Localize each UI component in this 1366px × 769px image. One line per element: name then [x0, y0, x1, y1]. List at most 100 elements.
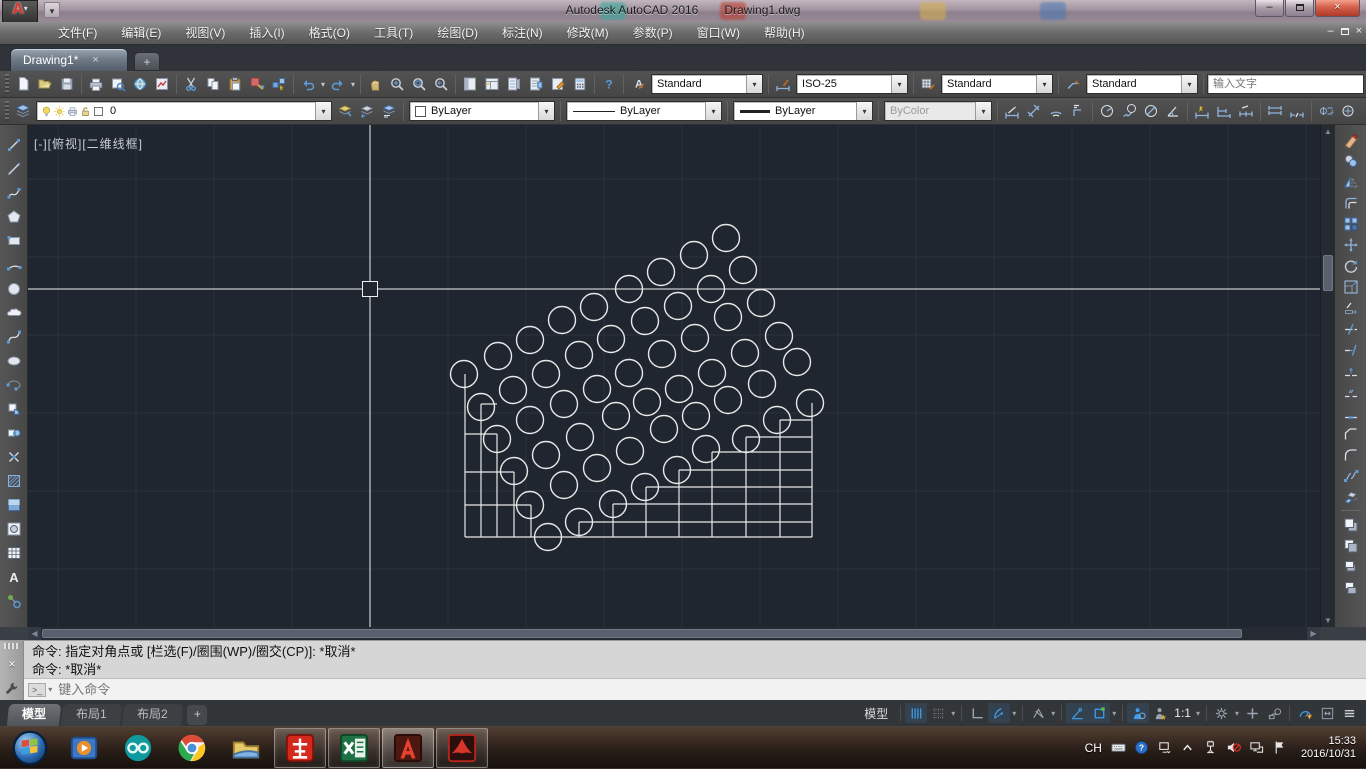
- zoom-window-icon[interactable]: [408, 73, 430, 95]
- publish-icon[interactable]: [129, 73, 151, 95]
- zoom-previous-icon[interactable]: [430, 73, 452, 95]
- dim-style-combo[interactable]: ISO-25▾: [796, 74, 908, 94]
- stretch-icon[interactable]: [1339, 297, 1363, 318]
- dim-continue-icon[interactable]: [1235, 100, 1257, 122]
- bring-to-front-icon[interactable]: [1339, 514, 1363, 535]
- construction-line-icon[interactable]: [2, 157, 26, 181]
- array-icon[interactable]: [1339, 213, 1363, 234]
- dim-angular-icon[interactable]: [1162, 100, 1184, 122]
- cut-icon[interactable]: [180, 73, 202, 95]
- menu-d[interactable]: 绘图(D): [425, 22, 490, 44]
- copy-icon[interactable]: [202, 73, 224, 95]
- lock-icon[interactable]: [79, 105, 92, 118]
- trim-icon[interactable]: [1339, 318, 1363, 339]
- model-space-label[interactable]: 模型: [856, 705, 896, 722]
- command-prompt-icon[interactable]: >_: [28, 683, 46, 697]
- zoom-realtime-icon[interactable]: [386, 73, 408, 95]
- dim-aligned-icon[interactable]: [1023, 100, 1045, 122]
- tray-network-icon[interactable]: [1248, 739, 1266, 757]
- menu-m[interactable]: 修改(M): [555, 22, 621, 44]
- taskbar-excel-app[interactable]: [328, 728, 380, 768]
- menu-w[interactable]: 窗口(W): [685, 22, 752, 44]
- menu-n[interactable]: 标注(N): [490, 22, 555, 44]
- layer-previous-icon[interactable]: [356, 100, 378, 122]
- chamfer-icon[interactable]: [1339, 423, 1363, 444]
- tray-help-icon[interactable]: ?: [1133, 739, 1151, 757]
- arc-icon[interactable]: [2, 253, 26, 277]
- text-style-combo[interactable]: Standard▾: [651, 74, 763, 94]
- mirror-icon[interactable]: [1339, 171, 1363, 192]
- scale-icon[interactable]: [1339, 276, 1363, 297]
- mleader-style-icon[interactable]: [1062, 73, 1084, 95]
- model-canvas[interactable]: [-][俯视][二维线框]: [28, 125, 1320, 627]
- taskbar-autocad-app[interactable]: [382, 728, 434, 768]
- taskbar-arduino-app[interactable]: [112, 728, 164, 768]
- linetype-combo[interactable]: ByLayer▾: [566, 101, 722, 121]
- tool-palettes-icon[interactable]: [503, 73, 525, 95]
- scroll-up-icon[interactable]: ▲: [1321, 125, 1335, 138]
- printer-icon[interactable]: [66, 105, 79, 118]
- move-icon[interactable]: [1339, 234, 1363, 255]
- extend-icon[interactable]: [1339, 339, 1363, 360]
- markup-manager-icon[interactable]: [547, 73, 569, 95]
- graphics-performance-icon[interactable]: !: [1294, 703, 1316, 723]
- recent-commands-icon[interactable]: ▾: [48, 685, 52, 694]
- doc-restore-button[interactable]: [1341, 28, 1349, 35]
- scroll-down-icon[interactable]: ▼: [1321, 614, 1335, 627]
- fillet-icon[interactable]: [1339, 444, 1363, 465]
- bring-above-icon[interactable]: [1339, 556, 1363, 577]
- status-caret-icon[interactable]: ▾: [1010, 709, 1018, 718]
- menu-v[interactable]: 视图(V): [173, 22, 237, 44]
- command-panel-grip[interactable]: ×: [0, 641, 24, 700]
- paste-icon[interactable]: [224, 73, 246, 95]
- taskbar-explorer-app[interactable]: [220, 728, 272, 768]
- polar-icon[interactable]: [988, 703, 1010, 723]
- break-icon[interactable]: [1339, 381, 1363, 402]
- blend-curves-icon[interactable]: [1339, 465, 1363, 486]
- rotate-icon[interactable]: [1339, 255, 1363, 276]
- gradient-icon[interactable]: [2, 493, 26, 517]
- document-tab[interactable]: Drawing1* ×: [10, 48, 128, 71]
- snap-icon[interactable]: [905, 703, 927, 723]
- language-indicator[interactable]: CH: [1083, 741, 1104, 755]
- annotation-scale-value[interactable]: 1:1: [1171, 706, 1194, 720]
- layer-combo[interactable]: 0▾: [36, 101, 332, 121]
- tray-usb-icon[interactable]: [1202, 739, 1220, 757]
- tray-action-center-icon[interactable]: [1271, 739, 1289, 757]
- make-object-layer-current-icon[interactable]: [334, 100, 356, 122]
- new-drawing-tab-button[interactable]: +: [134, 52, 160, 71]
- menu-o[interactable]: 格式(O): [297, 22, 362, 44]
- tolerance-icon[interactable]: .1: [1315, 100, 1337, 122]
- command-input[interactable]: [58, 682, 1366, 697]
- doc-close-button[interactable]: ×: [1356, 25, 1362, 37]
- status-caret-icon[interactable]: ▾: [1194, 709, 1202, 718]
- taskbar-media-player-app[interactable]: [58, 728, 110, 768]
- dim-diameter-icon[interactable]: [1140, 100, 1162, 122]
- revision-cloud-icon[interactable]: [2, 301, 26, 325]
- layer-properties-icon[interactable]: [12, 100, 34, 122]
- table-icon[interactable]: [2, 541, 26, 565]
- undo-icon[interactable]: [297, 73, 319, 95]
- circle-icon[interactable]: [2, 277, 26, 301]
- grid-icon[interactable]: [927, 703, 949, 723]
- taskbar-caxa-app[interactable]: [274, 728, 326, 768]
- 3d-dwf-icon[interactable]: [151, 73, 173, 95]
- dim-linear-icon[interactable]: [1001, 100, 1023, 122]
- new-layout-button[interactable]: +: [187, 705, 207, 725]
- table-style-icon[interactable]: [917, 73, 939, 95]
- multiline-text-icon[interactable]: A: [2, 565, 26, 589]
- dropdown-caret-icon[interactable]: ▾: [319, 80, 327, 89]
- lineweight-combo[interactable]: ByLayer▾: [733, 101, 873, 121]
- taskbar-clock[interactable]: 15:33 2016/10/31: [1295, 735, 1356, 761]
- status-caret-icon[interactable]: ▾: [1110, 709, 1118, 718]
- dropdown-caret-icon[interactable]: ▾: [349, 80, 357, 89]
- quickcalc-icon[interactable]: [569, 73, 591, 95]
- horizontal-scroll-thumb[interactable]: [42, 629, 1242, 638]
- mleader-style-combo[interactable]: Standard▾: [1086, 74, 1198, 94]
- close-command-icon[interactable]: ×: [0, 657, 24, 671]
- make-block-icon[interactable]: [2, 421, 26, 445]
- toolbar-grip[interactable]: [5, 74, 9, 94]
- pan-icon[interactable]: [364, 73, 386, 95]
- tray-volume-muted-icon[interactable]: [1225, 739, 1243, 757]
- viewport-controls[interactable]: [-][俯视][二维线框]: [34, 135, 143, 152]
